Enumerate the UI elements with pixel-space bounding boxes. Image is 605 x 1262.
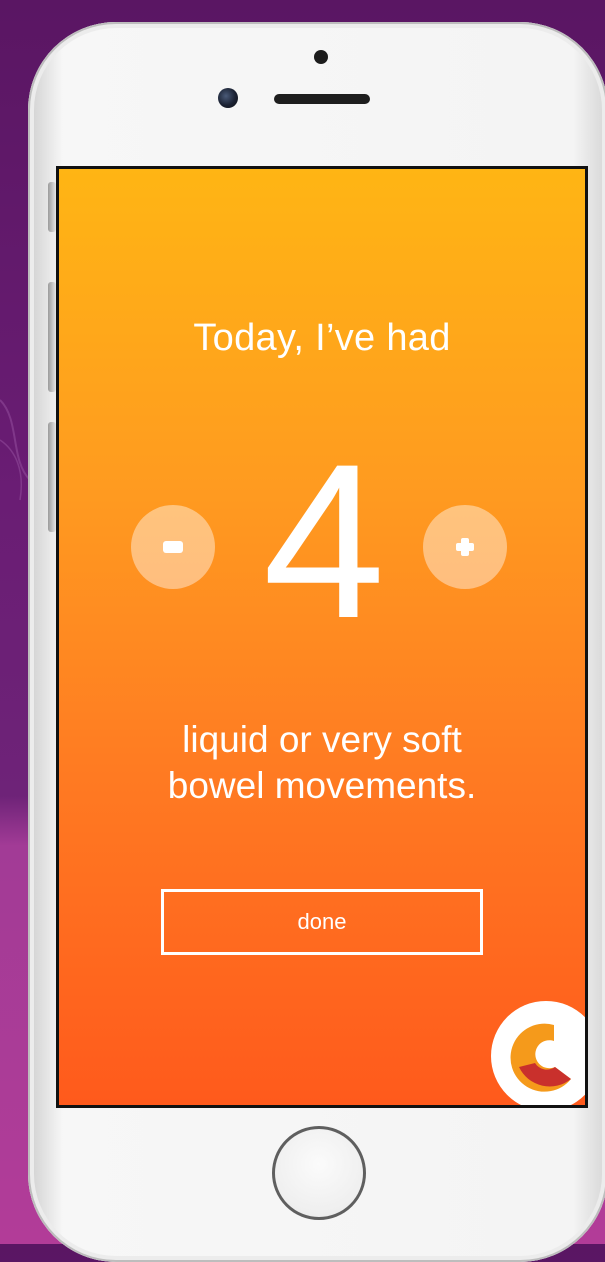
headline-text: Today, I’ve had [193,317,451,359]
home-button[interactable] [272,1126,366,1220]
app-logo-badge[interactable] [491,1001,585,1105]
phone-mute-switch [48,182,56,232]
caption-line-2: bowel movements. [167,765,477,806]
minus-icon [163,541,183,553]
earpiece-speaker [274,94,370,104]
done-button[interactable]: done [161,889,483,955]
count-value: 4 [262,418,386,664]
front-camera [218,88,238,108]
decrement-button[interactable] [131,505,215,589]
caption-line-1: liquid or very soft [182,719,462,760]
increment-button[interactable] [423,505,507,589]
proximity-sensor [314,50,328,64]
phone-volume-down [48,422,56,532]
app-screen: Today, I’ve had 4 liquid or very soft bo… [56,166,588,1108]
phone-volume-up [48,282,56,392]
caption-text: liquid or very soft bowel movements. [59,717,585,809]
plus-icon [456,538,474,556]
app-logo-icon [510,1023,571,1092]
